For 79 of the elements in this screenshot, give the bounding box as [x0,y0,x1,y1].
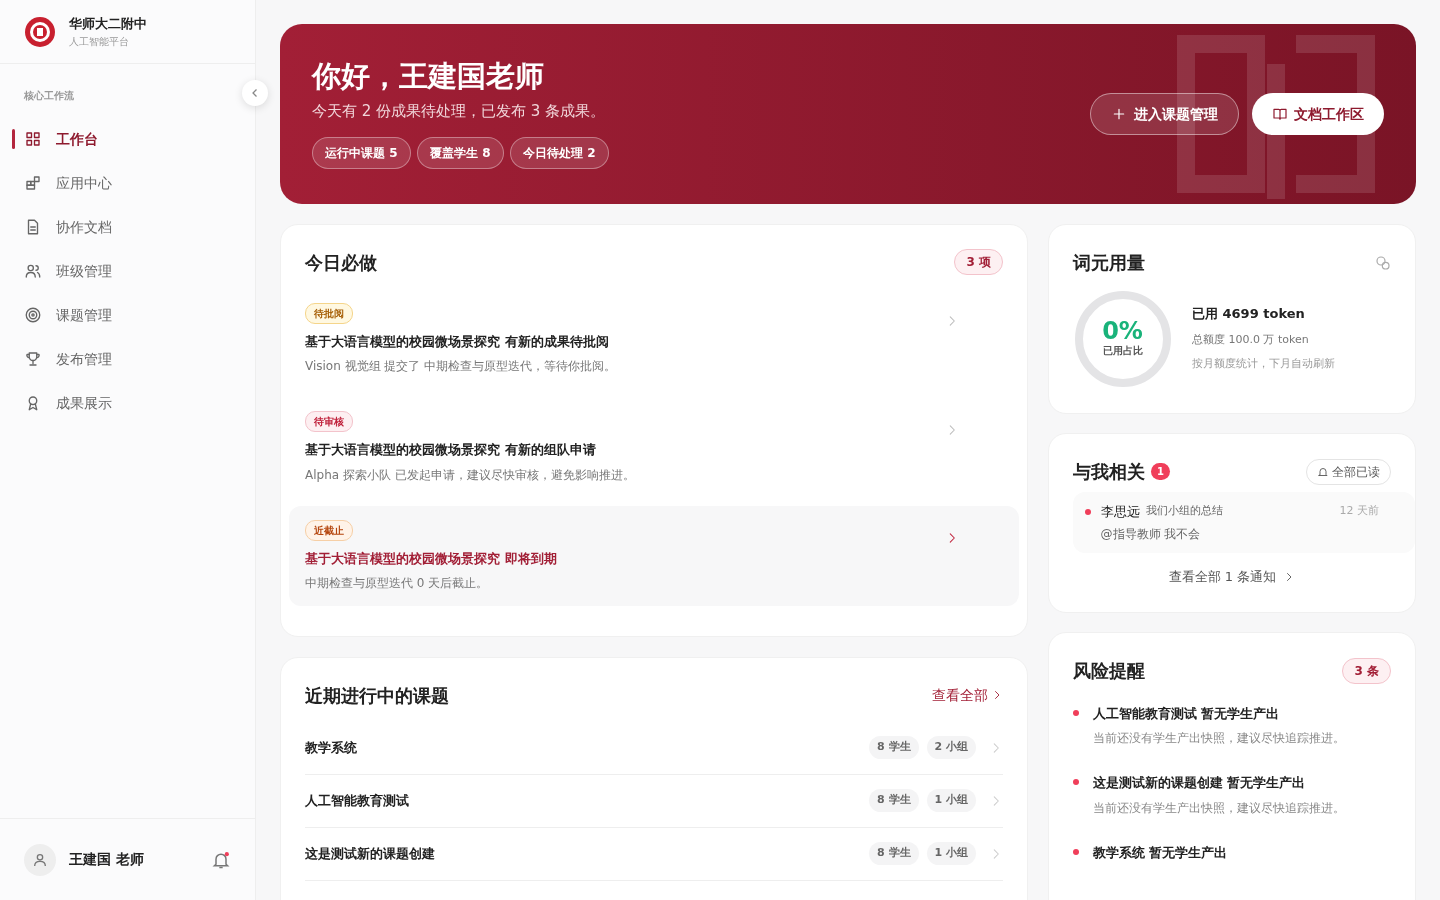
quota-text: 总额度 100.0 万 token [1192,331,1310,348]
risk-title: 教学系统 暂无学生产出 [1092,843,1229,862]
apps-icon [24,174,42,192]
nav-item[interactable]: 课题管理 [0,293,255,337]
count-badge: 3 条 [1342,657,1391,684]
notification-topic: 我们小组的总结 [1146,503,1224,519]
percent-label: 已用占比 [1102,344,1143,358]
target-icon [24,306,42,324]
bell-icon [1316,465,1329,478]
stat-chip: 运行中课题 5 [312,136,411,169]
brand-subtitle: 人工智能平台 [69,34,130,49]
risk-description: 当前还没有学生产出快照，建议尽快追踪推进。 [1092,799,1346,817]
usage-percent: 0% [1102,319,1143,343]
project-name[interactable]: 人工智能教育测试 [305,790,862,811]
risk-description: 当前还没有学生产出快照，建议尽快追踪推进。 [1092,730,1346,747]
card-title: 今日必做 [305,250,377,275]
card-title: 近期进行中的课题 [305,683,449,708]
section-label: 核心工作流 [23,89,75,103]
grid-icon [24,130,42,148]
mark-all-read-button[interactable]: 全部已读 [1305,458,1391,485]
unread-badge: 1 [1151,463,1170,480]
card-title: 风险提醒 [1072,659,1145,683]
risk-dot [1072,848,1079,855]
card-title: 与我相关 [1072,460,1145,484]
task-title: 基于大语言模型的校园微场景探究 有新的成果待批阅 [305,332,610,351]
users-icon [24,262,42,280]
user-name: 王建国 老师 [69,850,145,869]
task-title: 基于大语言模型的校园微场景探究 有新的组队申请 [305,441,597,459]
used-tokens: 已用 4699 token [1192,305,1306,324]
group-count: 2 小组 [926,736,976,759]
bell-icon[interactable] [211,849,231,870]
topic-button[interactable]: 进入课题管理 [1090,93,1239,135]
task-item[interactable]: 待批阅 基于大语言模型的校园微场景探究 有新的成果待批阅 Vision 视觉组 提交了 中期检查与原型迭代，等待你批阅。 [289,288,1019,389]
nav-item[interactable]: 成果展示 [0,381,255,425]
greeting-subtitle: 今天有 2 份成果待处理，已发布 3 条成果。 [312,101,607,123]
brand-name: 华师大二附中 [69,15,147,34]
stat-chip: 今日待处理 2 [510,136,609,169]
trophy-icon [24,350,42,368]
view-all-notifications-button[interactable]: 查看全部 1 条通知 [1162,566,1301,588]
greeting-title: 你好，王建国老师 [312,59,545,95]
task-item[interactable]: 近截止 基于大语言模型的校园微场景探究 即将到期 中期检查与原型迭代 0 天后截止。 [289,505,1019,606]
view-all-link[interactable]: 查看全部 [931,684,1003,706]
project-name[interactable]: 教学系统 [305,737,862,758]
status-tag: 待批阅 [305,302,353,324]
nav-item[interactable]: 协作文档 [0,205,255,249]
risk-dot [1072,779,1079,785]
nav-item[interactable]: 工作台 [0,117,255,161]
notification-time: 12 天前 [1339,503,1379,519]
notification-text: @指导教师 我不会 [1100,526,1202,543]
author-name: 李思远 [1100,502,1140,521]
student-count: 8 学生 [869,842,919,865]
task-description: 中期检查与原型迭代 0 天后截止。 [305,575,490,592]
avatar[interactable] [24,843,56,876]
student-count: 8 学生 [869,789,919,812]
count-badge: 3 项 [954,249,1003,275]
nav-item[interactable]: 应用中心 [0,161,255,205]
status-tag: 待审核 [305,411,353,432]
nav-item[interactable]: 班级管理 [0,249,255,293]
risk-title: 这是测试新的课题创建 暂无学生产出 [1092,774,1307,792]
card-title: 词元用量 [1072,250,1145,275]
risk-title: 人工智能教育测试 暂无学生产出 [1092,704,1281,723]
status-tag: 近截止 [305,519,353,541]
nav-item[interactable]: 发布管理 [0,337,255,381]
task-description: Alpha 探索小队 已发起申请，建议尽快审核，避免影响推进。 [305,466,636,484]
group-count: 1 小组 [926,789,976,812]
stat-chip: 覆盖学生 8 [417,136,504,169]
notification-item[interactable]: 李思远 我们小组的总结 12 天前 @指导教师 我不会 [1072,491,1415,553]
docs-button[interactable]: 文档工作区 [1251,93,1384,135]
project-name[interactable]: 这是测试新的课题创建 [305,843,862,864]
coins-icon [1375,254,1391,271]
plus-icon [1111,106,1127,122]
task-title: 基于大语言模型的校园微场景探究 即将到期 [305,549,558,568]
task-item[interactable]: 待审核 基于大语言模型的校园微场景探究 有新的组队申请 Alpha 探索小队 已发起申请，建议尽快审核，避免影响推进。 [289,397,1019,498]
risk-dot [1072,709,1079,716]
quota-note: 按月额度统计，下月自动刷新 [1192,356,1335,373]
student-count: 8 学生 [869,736,919,759]
task-description: Vision 视觉组 提交了 中期检查与原型迭代，等待你批阅。 [305,358,618,375]
group-count: 1 小组 [926,842,976,865]
logo-icon [24,15,56,48]
